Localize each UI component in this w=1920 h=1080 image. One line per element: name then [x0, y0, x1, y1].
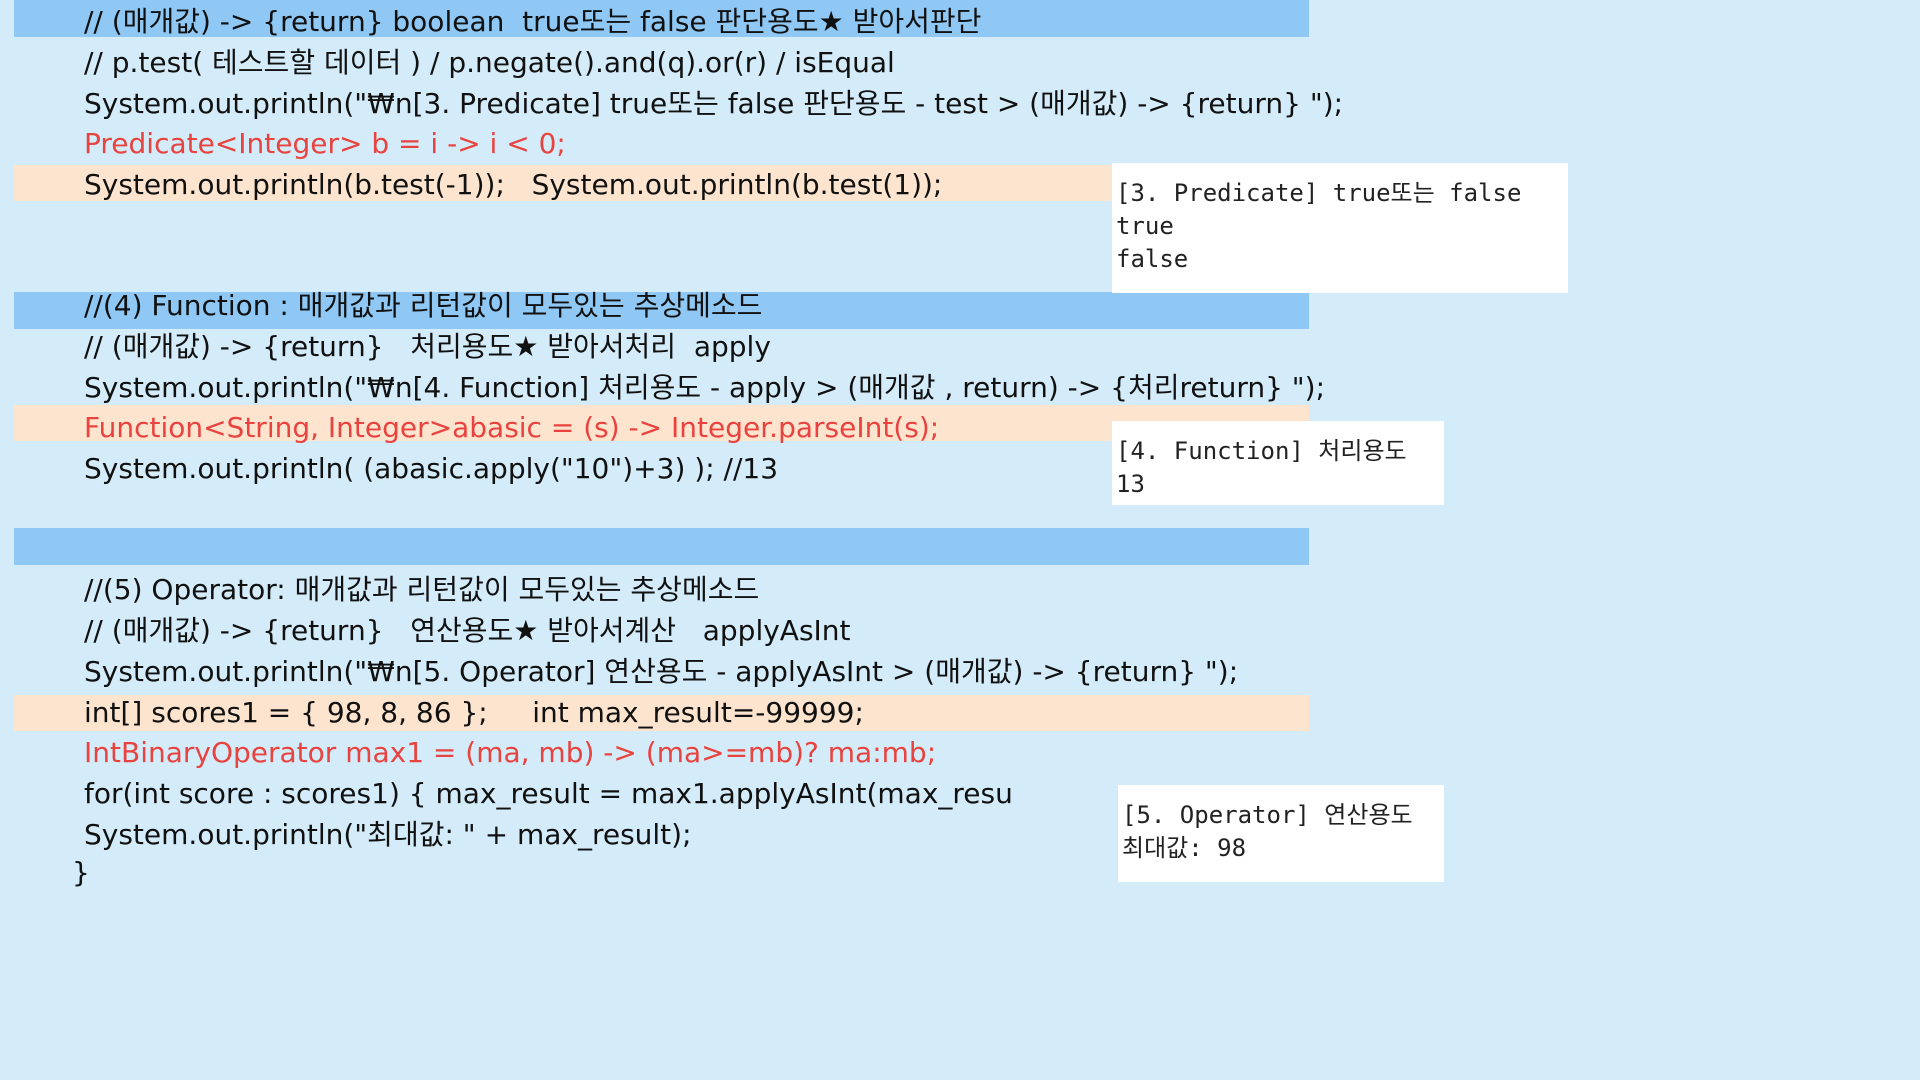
console-output-predicate: [3. Predicate] true또는 false true false: [1112, 163, 1568, 293]
console-line: true: [1116, 212, 1174, 240]
console-line: [3. Predicate] true또는 false: [1116, 179, 1522, 207]
code-line-predicate-println: System.out.println("₩n[3. Predicate] tru…: [84, 87, 1344, 120]
code-line-operator-apply-comment: // (매개값) -> {return} 연산용도★ 받아서계산 applyAs…: [84, 614, 851, 647]
code-line-function-println: System.out.println("₩n[4. Function] 처리용도…: [84, 371, 1326, 404]
code-line-predicate-test: System.out.println(b.test(-1)); System.o…: [84, 168, 943, 201]
code-line-function-comment: //(4) Function : 매개값과 리턴값이 모두있는 추상메소드: [84, 289, 763, 322]
code-line-predicate-comment: // (매개값) -> {return} boolean true또는 fals…: [84, 5, 982, 38]
console-line: false: [1116, 245, 1189, 273]
code-line-operator-loop: for(int score : scores1) { max_result = …: [84, 777, 1013, 810]
console-output-function: [4. Function] 처리용도 13: [1112, 421, 1444, 505]
code-line-function-lambda: Function<String, Integer>abasic = (s) ->…: [84, 411, 940, 444]
code-line-predicate-lambda: Predicate<Integer> b = i -> i < 0;: [84, 127, 566, 160]
code-line-operator-println: System.out.println("₩n[5. Operator] 연산용도…: [84, 655, 1239, 688]
code-line-predicate-methods: // p.test( 테스트할 데이터 ) / p.negate().and(q…: [84, 46, 895, 79]
console-line: 13: [1116, 470, 1145, 498]
console-output-operator: [5. Operator] 연산용도 최대값: 98: [1118, 785, 1444, 882]
code-line-function-apply-comment: // (매개값) -> {return} 처리용도★ 받아서처리 apply: [84, 330, 771, 363]
code-line-operator-comment: //(5) Operator: 매개값과 리턴값이 모두있는 추상메소드: [84, 573, 760, 606]
comment-band-empty: [14, 528, 1309, 565]
console-line: 최대값: 98: [1122, 834, 1247, 862]
console-line: [5. Operator] 연산용도: [1122, 801, 1413, 829]
console-line: [4. Function] 처리용도: [1116, 437, 1407, 465]
code-line-closing-brace: }: [72, 856, 90, 889]
code-line-operator-scores: int[] scores1 = { 98, 8, 86 }; int max_r…: [84, 696, 864, 729]
code-line-operator-lambda: IntBinaryOperator max1 = (ma, mb) -> (ma…: [84, 736, 937, 769]
code-line-operator-print-max: System.out.println("최대값: " + max_result)…: [84, 818, 692, 851]
code-line-function-apply: System.out.println( (abasic.apply("10")+…: [84, 452, 779, 485]
